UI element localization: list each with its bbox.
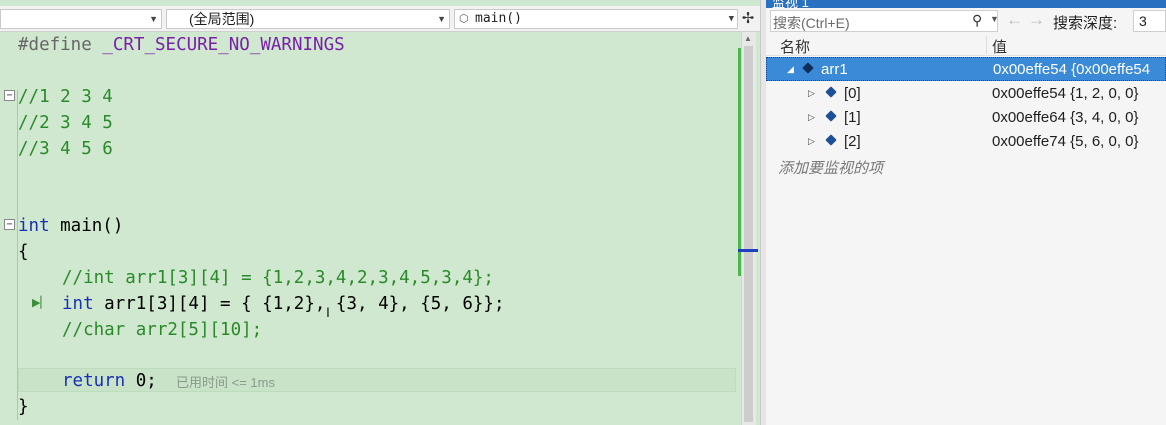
scroll-up-icon[interactable]: ▲ — [744, 34, 752, 43]
watch-row-value[interactable]: 0x00effe74 {5, 6, 0, 0} — [992, 133, 1139, 150]
watch-title: 监视 1 — [772, 0, 809, 8]
watch-search-input[interactable]: 搜索(Ctrl+E) ⚲ ▼ — [770, 10, 999, 32]
code-line-define[interactable]: #define _CRT_SECURE_NO_WARNINGS — [18, 32, 345, 58]
chevron-down-icon: ▼ — [149, 14, 158, 24]
forward-arrow-icon[interactable]: → — [1028, 10, 1045, 30]
return-value: 0; — [125, 371, 157, 391]
code-line-brace[interactable]: { — [18, 239, 29, 265]
column-value[interactable]: 值 — [992, 36, 1007, 57]
declaration-text: arr1[3][4] = { {1,2}, {3, 4}, {5, 6}}; — [93, 294, 505, 314]
chevron-down-icon: ▼ — [728, 14, 734, 24]
expand-triangle-icon[interactable]: ▷ — [808, 112, 815, 123]
scope-dropdown-value: (全局范围) — [189, 11, 255, 27]
code-line-main[interactable]: int main() — [18, 213, 123, 239]
code-line-declaration[interactable]: int arr1[3][4] = { {1,2}, {3, 4}, {5, 6}… — [62, 291, 505, 317]
watch-title-bar[interactable]: 监视 1 — [766, 0, 1166, 8]
keyword-int: int — [18, 216, 50, 236]
preprocessor-directive: #define — [18, 35, 92, 55]
code-line-comment[interactable]: //1 2 3 4 — [18, 84, 113, 110]
collapse-icon[interactable]: − — [4, 90, 15, 101]
keyword-int: int — [62, 294, 94, 314]
vertical-scrollbar[interactable]: ▲ — [741, 32, 756, 425]
execution-pointer-icon[interactable]: ▶▏ — [32, 296, 49, 309]
navigation-bar: ▼ (全局范围) ▼ ⬡ main() ▼ ✢ — [0, 6, 760, 32]
watch-row-value[interactable]: 0x00effe64 {3, 4, 0, 0} — [992, 109, 1139, 126]
watch-row-name: [2] — [844, 133, 861, 150]
expand-triangle-icon[interactable]: ▷ — [808, 88, 815, 99]
chevron-down-icon[interactable]: ▼ — [990, 14, 999, 24]
code-line-return[interactable]: return 0; — [62, 368, 157, 394]
i-beam-cursor-icon: Ι — [326, 304, 330, 320]
search-placeholder: 搜索(Ctrl+E) — [773, 15, 850, 31]
watch-row-name: arr1 — [821, 61, 848, 78]
project-dropdown[interactable]: ▼ — [0, 9, 162, 29]
perf-tip: 已用时间 <= 1ms — [176, 375, 275, 390]
column-name[interactable]: 名称 — [780, 36, 810, 57]
watch-row[interactable]: ▷ [0] 0x00effe54 {1, 2, 0, 0} — [766, 82, 1166, 106]
code-line-comment[interactable]: //2 3 4 5 — [18, 110, 113, 136]
variable-icon — [825, 86, 837, 98]
search-depth-field[interactable]: 3 — [1133, 10, 1166, 32]
watch-row[interactable]: ▷ [2] 0x00effe74 {5, 6, 0, 0} — [766, 130, 1166, 154]
code-editor[interactable]: ▼ (全局范围) ▼ ⬡ main() ▼ ✢ − − #define _CRT… — [0, 0, 760, 425]
code-line-comment[interactable]: //int arr1[3][4] = {1,2,3,4,2,3,4,5,3,4}… — [62, 265, 494, 291]
function-dropdown[interactable]: ⬡ main() ▼ — [454, 9, 738, 29]
watch-row-name: [0] — [844, 85, 861, 102]
caret-position-marker — [738, 249, 758, 252]
variable-icon — [802, 62, 814, 74]
chevron-down-icon: ▼ — [437, 14, 446, 24]
variable-icon — [825, 110, 837, 122]
scrollbar-thumb[interactable] — [744, 46, 753, 422]
function-dropdown-value: main() — [475, 11, 522, 26]
back-arrow-icon[interactable]: ← — [1006, 10, 1023, 30]
code-line-comment[interactable]: //char arr2[5][10]; — [62, 317, 262, 343]
column-divider[interactable] — [986, 36, 987, 54]
search-icon[interactable]: ⚲ — [972, 12, 982, 29]
add-watch-item[interactable]: 添加要监视的项 — [778, 157, 883, 178]
watch-column-header: 名称 值 — [766, 34, 1166, 56]
watch-row-value[interactable]: 0x00effe54 {1, 2, 0, 0} — [992, 85, 1139, 102]
watch-window: 监视 1 搜索(Ctrl+E) ⚲ ▼ ← → 搜索深度: 3 名称 值 ◢ a… — [766, 0, 1166, 425]
watch-row[interactable]: ◢ arr1 0x00effe54 {0x00effe54 — [766, 57, 1166, 81]
function-signature: main() — [49, 216, 124, 236]
function-icon: ⬡ — [459, 12, 469, 25]
expand-triangle-icon[interactable]: ▷ — [808, 136, 815, 147]
watch-row-value[interactable]: 0x00effe54 {0x00effe54 — [993, 61, 1150, 78]
watch-row[interactable]: ▷ [1] 0x00effe64 {3, 4, 0, 0} — [766, 106, 1166, 130]
collapse-triangle-icon[interactable]: ◢ — [787, 64, 794, 75]
code-line-brace[interactable]: } — [18, 394, 29, 420]
watch-row-name: [1] — [844, 109, 861, 126]
keyword-return: return — [62, 371, 126, 391]
code-line-comment[interactable]: //3 4 5 6 — [18, 136, 113, 162]
collapse-icon[interactable]: − — [4, 219, 15, 230]
scope-dropdown[interactable]: (全局范围) ▼ — [166, 9, 450, 29]
variable-icon — [825, 134, 837, 146]
macro-name: _CRT_SECURE_NO_WARNINGS — [102, 35, 345, 55]
split-window-button[interactable]: ✢ — [740, 11, 756, 29]
search-depth-label: 搜索深度: — [1053, 15, 1118, 32]
search-depth-value: 3 — [1139, 13, 1147, 29]
